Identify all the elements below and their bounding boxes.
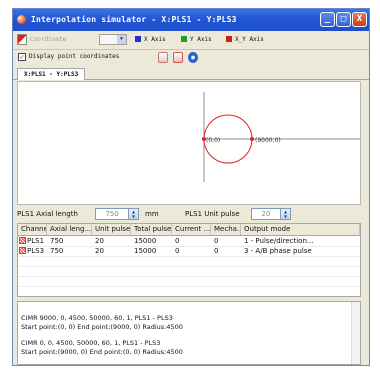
log-command: CIMR 9000, 0, 4500, 50000, 60, 1, PLS1 -…: [21, 314, 173, 322]
axial-length-value: 750: [105, 210, 119, 218]
title-bar[interactable]: Interpolation simulator - X:PLS1 - Y:PLS…: [13, 9, 369, 31]
end-point-label: (9000,0): [255, 137, 281, 144]
unit-mm-label: mm: [145, 210, 159, 218]
flag-icon[interactable]: [17, 34, 27, 45]
display-coordinates-label[interactable]: Display point coordinates: [29, 52, 119, 62]
plot-area[interactable]: (0,0) (9000,0): [17, 81, 361, 205]
chevron-down-icon: ▼: [117, 35, 126, 44]
maximize-button[interactable]: □: [336, 12, 351, 27]
coordinate-select[interactable]: ▼: [99, 34, 127, 45]
spinner-icon[interactable]: ▲ ▼: [280, 209, 290, 219]
unit-pulse-value: 20: [261, 210, 271, 218]
col-output-mode[interactable]: Output mode: [241, 224, 360, 235]
legend-x-axis[interactable]: X Axis: [135, 34, 166, 46]
y-axis-swatch: [181, 36, 187, 42]
log-scrollbar[interactable]: [351, 302, 360, 364]
minimize-button[interactable]: _: [320, 12, 335, 27]
axial-length-label: PLS1 Axial length: [17, 210, 78, 218]
display-coordinates-checkbox[interactable]: ✓: [18, 53, 26, 61]
options-bar: ✓ Display point coordinates: [13, 50, 369, 66]
col-current[interactable]: Current ...: [172, 224, 211, 235]
x-axis-swatch: [135, 36, 141, 42]
col-channel[interactable]: Channel: [18, 224, 47, 235]
legend-y-axis[interactable]: Y Axis: [181, 34, 212, 46]
end-point: [250, 137, 254, 141]
axial-settings: PLS1 Axial length 750 ▲ ▼ mm PLS1 Unit pu…: [13, 206, 369, 222]
start-point-label: (0,0): [206, 137, 220, 144]
channel-icon: [19, 247, 26, 254]
log-detail: Start point:(9000, 0) End point:(0, 0) R…: [21, 348, 183, 356]
plot-canvas: (0,0) (9000,0): [202, 92, 360, 182]
channel-name: PLS3: [27, 247, 45, 255]
axial-length-input[interactable]: 750 ▲ ▼: [95, 208, 139, 220]
log-detail: Start point:(0, 0) End point:(9000, 0) R…: [21, 323, 183, 331]
channel-icon: [19, 237, 26, 244]
channel-name: PLS1: [27, 237, 45, 245]
col-unit-pulse[interactable]: Unit pulse: [92, 224, 131, 235]
app-icon: [17, 15, 26, 24]
close-button[interactable]: X: [352, 12, 367, 27]
table-row: [18, 276, 360, 287]
log-command: CIMR 0, 0, 4500, 50000, 60, 1, PLS1 - PL…: [21, 339, 161, 347]
channel-table: Channel Axial leng... Unit pulse Total p…: [17, 223, 361, 297]
legend-y-label: Y Axis: [190, 36, 212, 43]
window-title: Interpolation simulator - X:PLS1 - Y:PLS…: [31, 15, 237, 24]
command-log[interactable]: CIMR 9000, 0, 4500, 50000, 60, 1, PLS1 -…: [17, 301, 361, 365]
col-mechanical[interactable]: Mecha...: [211, 224, 241, 235]
xy-axis-swatch: [226, 36, 232, 42]
simulator-window: Interpolation simulator - X:PLS1 - Y:PLS…: [12, 8, 370, 366]
col-total-pulse[interactable]: Total pulse: [131, 224, 172, 235]
table-header: Channel Axial leng... Unit pulse Total p…: [18, 224, 360, 236]
col-axial-length[interactable]: Axial leng...: [47, 224, 92, 235]
eraser-icon[interactable]: [173, 52, 183, 63]
spinner-icon[interactable]: ▲ ▼: [128, 209, 138, 219]
legend-xy-label: X_Y Axis: [235, 36, 264, 43]
legend-xy-axis[interactable]: X_Y Axis: [226, 34, 264, 46]
tab-strip: X:PLS1 - Y:PLS3: [13, 67, 369, 80]
coordinate-button[interactable]: Coordinate: [30, 34, 66, 46]
tab-pls1-pls3[interactable]: X:PLS1 - Y:PLS3: [17, 68, 86, 80]
help-icon[interactable]: [188, 52, 198, 63]
unit-pulse-label: PLS1 Unit pulse: [185, 210, 240, 218]
legend-x-label: X Axis: [144, 36, 166, 43]
clear-icon[interactable]: [158, 52, 168, 63]
toolbar: Coordinate ▼ X Axis Y Axis X_Y Axis: [13, 31, 369, 50]
unit-pulse-input[interactable]: 20 ▲ ▼: [251, 208, 291, 220]
